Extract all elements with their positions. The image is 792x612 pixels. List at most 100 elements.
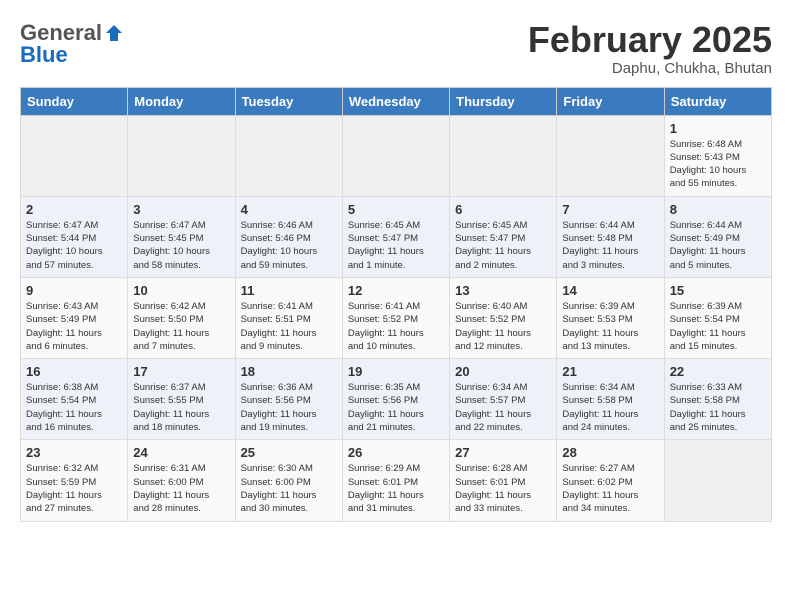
day-number: 9 (26, 283, 122, 298)
day-info: Sunrise: 6:35 AMSunset: 5:56 PMDaylight:… (348, 381, 444, 434)
calendar-cell: 9 Sunrise: 6:43 AMSunset: 5:49 PMDaylight… (21, 277, 128, 358)
day-number: 10 (133, 283, 229, 298)
day-number: 28 (562, 445, 658, 460)
day-info: Sunrise: 6:43 AMSunset: 5:49 PMDaylight:… (26, 300, 122, 353)
calendar-cell: 12 Sunrise: 6:41 AMSunset: 5:52 PMDayligh… (342, 277, 449, 358)
day-info: Sunrise: 6:38 AMSunset: 5:54 PMDaylight:… (26, 381, 122, 434)
day-info: Sunrise: 6:44 AMSunset: 5:49 PMDaylight:… (670, 219, 766, 272)
calendar-cell: 2 Sunrise: 6:47 AMSunset: 5:44 PMDaylight… (21, 196, 128, 277)
day-number: 13 (455, 283, 551, 298)
day-info: Sunrise: 6:27 AMSunset: 6:02 PMDaylight:… (562, 462, 658, 515)
calendar-cell: 22 Sunrise: 6:33 AMSunset: 5:58 PMDayligh… (664, 359, 771, 440)
month-title: February 2025 (528, 20, 772, 60)
day-info: Sunrise: 6:40 AMSunset: 5:52 PMDaylight:… (455, 300, 551, 353)
calendar-cell: 21 Sunrise: 6:34 AMSunset: 5:58 PMDayligh… (557, 359, 664, 440)
day-info: Sunrise: 6:30 AMSunset: 6:00 PMDaylight:… (241, 462, 337, 515)
day-info: Sunrise: 6:48 AMSunset: 5:43 PMDaylight:… (670, 138, 766, 191)
calendar-cell (235, 115, 342, 196)
day-info: Sunrise: 6:32 AMSunset: 5:59 PMDaylight:… (26, 462, 122, 515)
calendar-cell (664, 440, 771, 521)
calendar-cell: 15Sunrise: 6:39 AMSunset: 5:54 PMDayligh… (664, 277, 771, 358)
day-info: Sunrise: 6:45 AMSunset: 5:47 PMDaylight:… (348, 219, 444, 272)
calendar-cell: 23 Sunrise: 6:32 AMSunset: 5:59 PMDayligh… (21, 440, 128, 521)
calendar-cell: 5 Sunrise: 6:45 AMSunset: 5:47 PMDaylight… (342, 196, 449, 277)
calendar-cell: 13 Sunrise: 6:40 AMSunset: 5:52 PMDayligh… (450, 277, 557, 358)
weekday-header: Friday (557, 87, 664, 115)
day-number: 25 (241, 445, 337, 460)
day-number: 21 (562, 364, 658, 379)
day-number: 4 (241, 202, 337, 217)
day-number: 11 (241, 283, 337, 298)
day-info: Sunrise: 6:44 AMSunset: 5:48 PMDaylight:… (562, 219, 658, 272)
calendar-cell: 24 Sunrise: 6:31 AMSunset: 6:00 PMDayligh… (128, 440, 235, 521)
day-number: 3 (133, 202, 229, 217)
day-number: 23 (26, 445, 122, 460)
calendar-week-row: 16 Sunrise: 6:38 AMSunset: 5:54 PMDayligh… (21, 359, 772, 440)
calendar-cell: 18Sunrise: 6:36 AMSunset: 5:56 PMDayligh… (235, 359, 342, 440)
day-info: Sunrise: 6:31 AMSunset: 6:00 PMDaylight:… (133, 462, 229, 515)
day-number: 1 (670, 121, 766, 136)
day-number: 12 (348, 283, 444, 298)
day-number: 6 (455, 202, 551, 217)
calendar-week-row: 2 Sunrise: 6:47 AMSunset: 5:44 PMDaylight… (21, 196, 772, 277)
day-info: Sunrise: 6:36 AMSunset: 5:56 PMDaylight:… (241, 381, 337, 434)
calendar-cell: 4 Sunrise: 6:46 AMSunset: 5:46 PMDaylight… (235, 196, 342, 277)
day-number: 2 (26, 202, 122, 217)
day-info: Sunrise: 6:42 AMSunset: 5:50 PMDaylight:… (133, 300, 229, 353)
calendar-cell: 20 Sunrise: 6:34 AMSunset: 5:57 PMDayligh… (450, 359, 557, 440)
weekday-header: Tuesday (235, 87, 342, 115)
day-info: Sunrise: 6:39 AMSunset: 5:54 PMDaylight:… (670, 300, 766, 353)
day-info: Sunrise: 6:47 AMSunset: 5:44 PMDaylight:… (26, 219, 122, 272)
day-info: Sunrise: 6:34 AMSunset: 5:58 PMDaylight:… (562, 381, 658, 434)
calendar-cell: 6Sunrise: 6:45 AMSunset: 5:47 PMDaylight… (450, 196, 557, 277)
calendar-cell: 7 Sunrise: 6:44 AMSunset: 5:48 PMDaylight… (557, 196, 664, 277)
calendar-cell: 26 Sunrise: 6:29 AMSunset: 6:01 PMDayligh… (342, 440, 449, 521)
weekday-header: Thursday (450, 87, 557, 115)
day-number: 26 (348, 445, 444, 460)
day-number: 14 (562, 283, 658, 298)
logo-blue: Blue (20, 42, 68, 68)
day-number: 24 (133, 445, 229, 460)
calendar-table: SundayMondayTuesdayWednesdayThursdayFrid… (20, 87, 772, 522)
calendar-week-row: 23 Sunrise: 6:32 AMSunset: 5:59 PMDayligh… (21, 440, 772, 521)
title-block: February 2025 Daphu, Chukha, Bhutan (528, 20, 772, 77)
logo-icon (104, 23, 124, 43)
day-number: 16 (26, 364, 122, 379)
day-number: 8 (670, 202, 766, 217)
day-number: 27 (455, 445, 551, 460)
calendar-cell: 25 Sunrise: 6:30 AMSunset: 6:00 PMDayligh… (235, 440, 342, 521)
location: Daphu, Chukha, Bhutan (528, 60, 772, 77)
day-info: Sunrise: 6:33 AMSunset: 5:58 PMDaylight:… (670, 381, 766, 434)
weekday-header: Wednesday (342, 87, 449, 115)
calendar-cell: 28 Sunrise: 6:27 AMSunset: 6:02 PMDayligh… (557, 440, 664, 521)
weekday-header: Monday (128, 87, 235, 115)
calendar-cell: 3 Sunrise: 6:47 AMSunset: 5:45 PMDaylight… (128, 196, 235, 277)
calendar-week-row: 9 Sunrise: 6:43 AMSunset: 5:49 PMDaylight… (21, 277, 772, 358)
page-header: General Blue February 2025 Daphu, Chukha… (20, 20, 772, 77)
day-info: Sunrise: 6:34 AMSunset: 5:57 PMDaylight:… (455, 381, 551, 434)
calendar-cell: 1 Sunrise: 6:48 AMSunset: 5:43 PMDaylight… (664, 115, 771, 196)
day-number: 5 (348, 202, 444, 217)
day-info: Sunrise: 6:39 AMSunset: 5:53 PMDaylight:… (562, 300, 658, 353)
calendar-cell (342, 115, 449, 196)
weekday-header: Sunday (21, 87, 128, 115)
calendar-cell: 17Sunrise: 6:37 AMSunset: 5:55 PMDayligh… (128, 359, 235, 440)
calendar-cell (450, 115, 557, 196)
calendar-cell: 11Sunrise: 6:41 AMSunset: 5:51 PMDayligh… (235, 277, 342, 358)
weekday-header: Saturday (664, 87, 771, 115)
day-info: Sunrise: 6:46 AMSunset: 5:46 PMDaylight:… (241, 219, 337, 272)
calendar-cell (128, 115, 235, 196)
day-info: Sunrise: 6:41 AMSunset: 5:52 PMDaylight:… (348, 300, 444, 353)
day-info: Sunrise: 6:29 AMSunset: 6:01 PMDaylight:… (348, 462, 444, 515)
calendar-cell (557, 115, 664, 196)
calendar-cell: 10 Sunrise: 6:42 AMSunset: 5:50 PMDayligh… (128, 277, 235, 358)
day-number: 22 (670, 364, 766, 379)
day-number: 19 (348, 364, 444, 379)
calendar-cell: 14 Sunrise: 6:39 AMSunset: 5:53 PMDayligh… (557, 277, 664, 358)
day-info: Sunrise: 6:37 AMSunset: 5:55 PMDaylight:… (133, 381, 229, 434)
day-number: 7 (562, 202, 658, 217)
day-info: Sunrise: 6:47 AMSunset: 5:45 PMDaylight:… (133, 219, 229, 272)
calendar-week-row: 1 Sunrise: 6:48 AMSunset: 5:43 PMDaylight… (21, 115, 772, 196)
calendar-cell: 27Sunrise: 6:28 AMSunset: 6:01 PMDayligh… (450, 440, 557, 521)
day-number: 20 (455, 364, 551, 379)
